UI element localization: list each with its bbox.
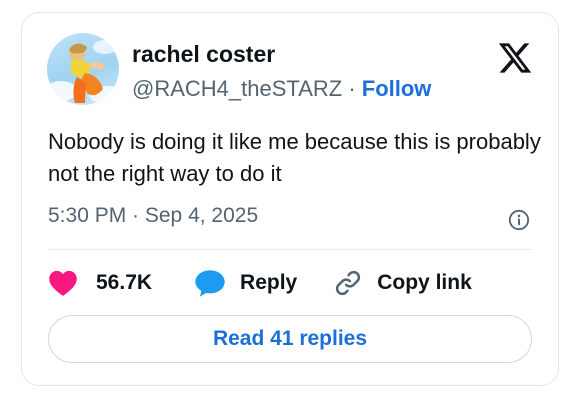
info-icon[interactable] — [508, 209, 530, 231]
divider — [48, 249, 532, 250]
heart-icon — [49, 270, 77, 296]
author-handle[interactable]: @RACH4_theSTARZ — [132, 76, 342, 101]
author-name[interactable]: rachel coster — [132, 41, 275, 68]
copy-link-label: Copy link — [377, 271, 472, 294]
avatar-image — [47, 40, 119, 104]
follow-button[interactable]: Follow — [362, 76, 432, 101]
tweet-text: Nobody is doing it like me because this … — [48, 129, 541, 186]
read-replies-button[interactable]: Read 41 replies — [48, 315, 532, 363]
reply-label: Reply — [240, 271, 298, 294]
speech-bubble-icon — [195, 270, 225, 297]
avatar[interactable] — [47, 33, 119, 105]
copy-link-button[interactable]: Copy link — [333, 268, 472, 298]
handle-row: @RACH4_theSTARZ · Follow — [132, 76, 431, 102]
handle-separator: · — [342, 76, 362, 101]
x-logo-icon[interactable] — [497, 40, 533, 76]
reply-button[interactable]: Reply — [194, 268, 297, 298]
link-icon — [336, 270, 361, 296]
tweet-card: rachel coster @RACH4_theSTARZ · Follow N… — [21, 12, 559, 386]
action-bar: 56.7K Reply Copy link — [48, 263, 472, 303]
like-button[interactable]: 56.7K — [48, 269, 152, 297]
tweet-timestamp[interactable]: 5:30 PM · Sep 4, 2025 — [48, 204, 258, 228]
like-count: 56.7K — [96, 271, 153, 294]
